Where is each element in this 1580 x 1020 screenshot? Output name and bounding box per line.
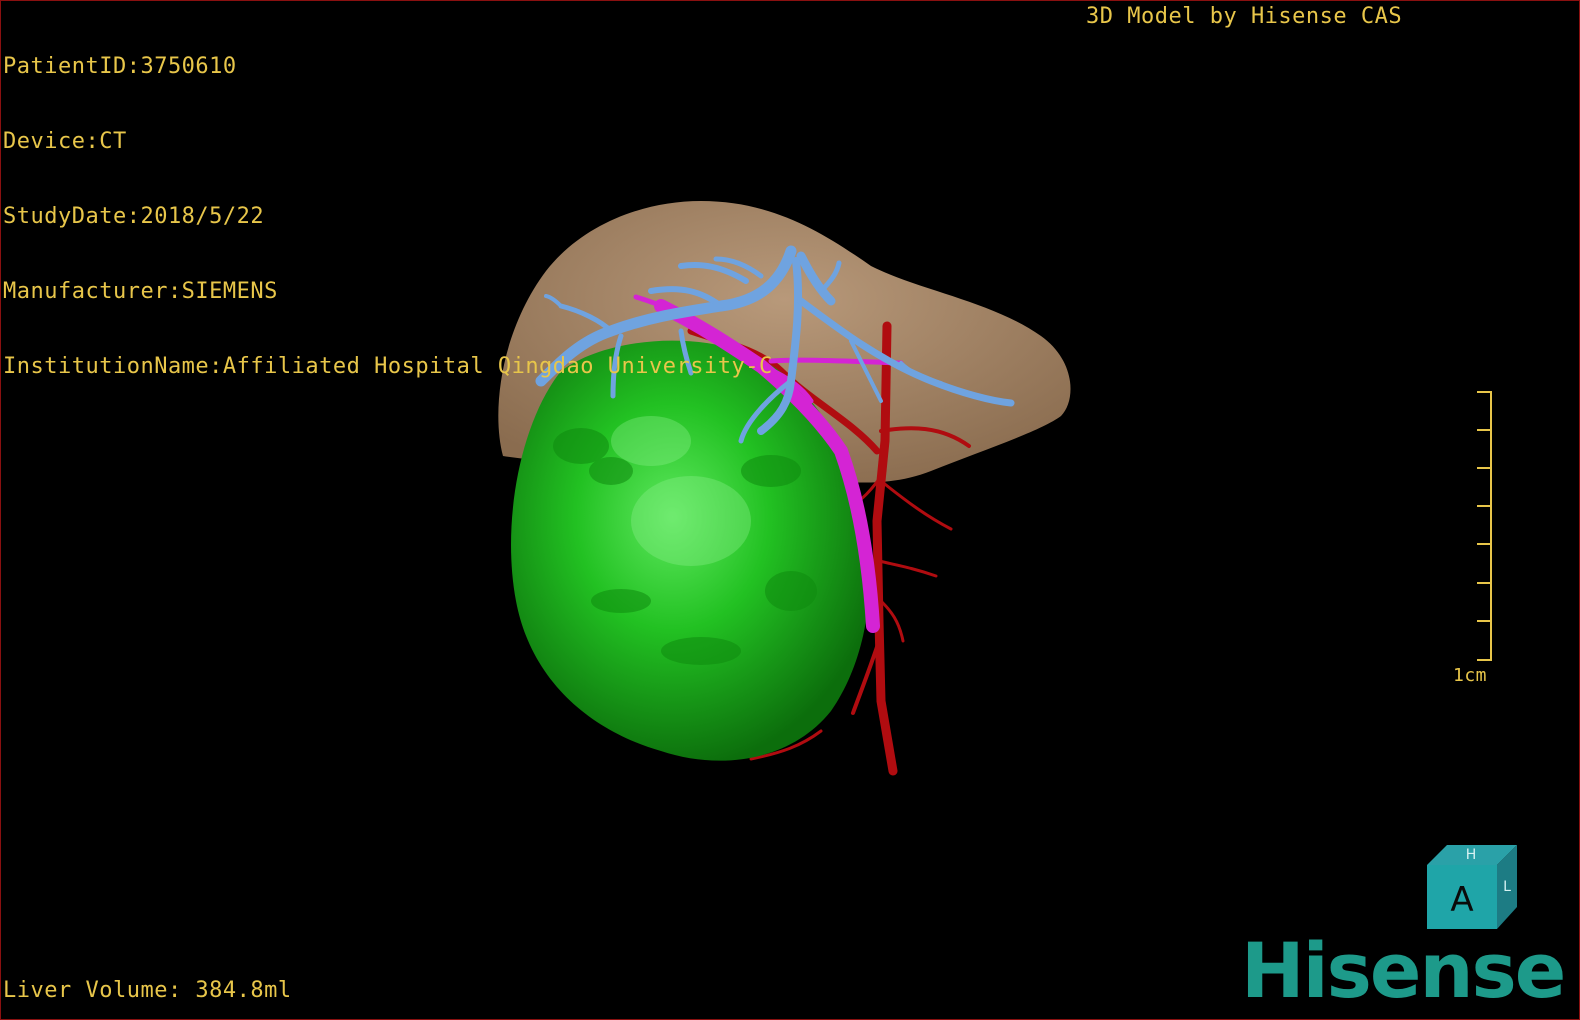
cube-front-label: A <box>1450 880 1473 920</box>
patient-info-block: PatientID:3750610 Device:CT StudyDate:20… <box>3 4 773 429</box>
institution-text: InstitutionName:Affiliated Hospital Qing… <box>3 354 773 379</box>
hisense-logo: Hisense <box>1241 926 1566 1015</box>
study-date-text: StudyDate:2018/5/22 <box>3 204 265 229</box>
scale-bar <box>1477 391 1492 661</box>
manufacturer-text: Manufacturer:SIEMENS <box>3 279 278 304</box>
patient-id-text: PatientID:3750610 <box>3 54 237 79</box>
device-text: Device:CT <box>3 129 127 154</box>
scale-bar-label: 1cm <box>1453 665 1488 686</box>
orientation-cube-icon[interactable]: H A L <box>1427 843 1519 935</box>
cube-side-label: L <box>1503 879 1511 895</box>
render-viewport[interactable]: PatientID:3750610 Device:CT StudyDate:20… <box>0 0 1580 1020</box>
cube-top-label: H <box>1466 847 1477 863</box>
liver-volume-readout: Liver Volume: 384.8ml <box>3 978 292 1003</box>
model-credit-text: 3D Model by Hisense CAS <box>1086 4 1403 29</box>
